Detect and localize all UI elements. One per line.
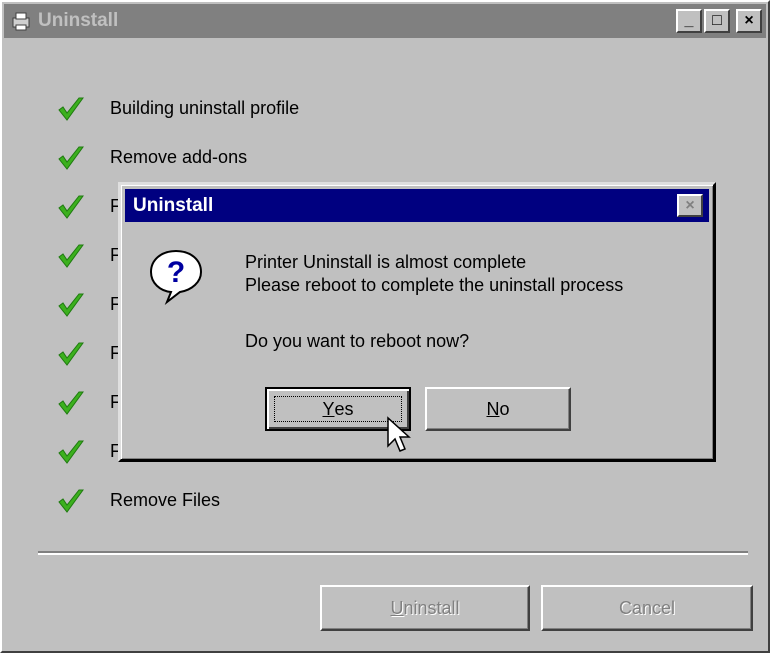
checkmark-icon: [54, 141, 88, 175]
checkmark-icon: [54, 386, 88, 420]
dialog-close-button[interactable]: ×: [677, 194, 703, 217]
cancel-button[interactable]: Cancel: [541, 585, 753, 631]
list-item: Building uninstall profile: [54, 84, 299, 133]
message-line: Please reboot to complete the uninstall …: [245, 275, 624, 295]
focus-ring: [274, 396, 402, 422]
close-button[interactable]: ×: [736, 9, 762, 33]
list-item: Remove Files: [54, 476, 299, 525]
close-icon: ×: [744, 12, 754, 29]
window-titlebar[interactable]: Uninstall _ □ ×: [4, 4, 766, 38]
dialog-message: Printer Uninstall is almost complete Ple…: [245, 251, 623, 297]
divider: [38, 551, 748, 555]
checkmark-icon: [54, 190, 88, 224]
checkmark-icon: [54, 337, 88, 371]
no-accelerator: N: [486, 398, 500, 419]
uninstall-label: ninstall: [403, 597, 460, 618]
message-line: Printer Uninstall is almost complete: [245, 252, 527, 272]
cancel-label: Cancel: [618, 597, 676, 618]
checkmark-icon: [54, 435, 88, 469]
close-icon: ×: [685, 196, 695, 214]
uninstall-button[interactable]: Uninstall: [320, 585, 530, 631]
no-button[interactable]: No: [425, 387, 571, 431]
checkmark-icon: [54, 484, 88, 518]
maximize-icon: □: [712, 12, 722, 29]
maximize-button[interactable]: □: [704, 9, 730, 33]
dialog-question: Do you want to reboot now?: [245, 331, 470, 351]
svg-text:?: ?: [167, 256, 185, 289]
mouse-pointer-icon: [386, 416, 412, 456]
dialog-title: Uninstall: [133, 194, 214, 216]
step-label: Building uninstall profile: [110, 98, 300, 118]
checkmark-icon: [54, 239, 88, 273]
step-label: Remove Files: [110, 490, 221, 510]
minimize-button[interactable]: _: [676, 9, 702, 33]
step-label: Remove add-ons: [110, 147, 248, 167]
minimize-icon: _: [684, 12, 694, 29]
checkmark-icon: [54, 92, 88, 126]
dialog-titlebar[interactable]: Uninstall ×: [125, 189, 709, 222]
reboot-dialog: Uninstall × ? Printer Uninstall is almos…: [118, 182, 716, 462]
no-label: o: [499, 398, 510, 419]
window-title: Uninstall: [38, 10, 119, 31]
uninstall-accelerator: U: [390, 597, 404, 618]
question-icon: ?: [147, 247, 205, 306]
checkmark-icon: [54, 288, 88, 322]
list-item: Remove add-ons: [54, 133, 299, 182]
app-icon: [10, 10, 32, 32]
